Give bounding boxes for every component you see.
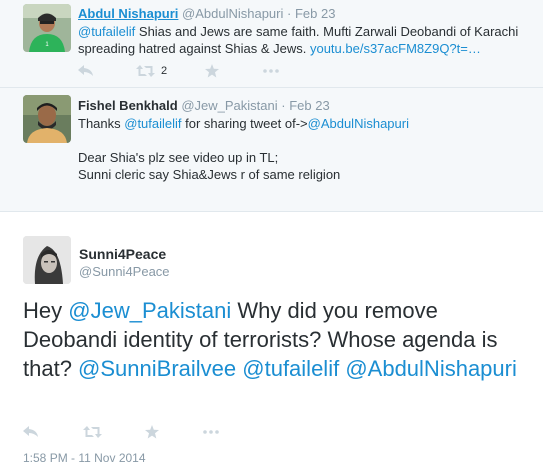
text-span: Thanks [78,116,125,131]
tweet-text-line: spreading hatred against Shias & Jews. y… [78,40,538,57]
more-dots-icon[interactable] [203,430,219,434]
avatar-fishel[interactable] [23,95,71,143]
tweet-text-line: @tufailelif Shias and Jews are same fait… [78,23,538,40]
mention-link[interactable]: @Jew_Pakistani [68,298,231,323]
mention-link[interactable]: @tufailelif [242,356,339,381]
user-name[interactable]: Abdul Nishapuri [78,6,178,21]
mention-link[interactable]: @tufailelif [124,116,181,131]
user-name[interactable]: Fishel Benkhald [78,98,178,113]
main-tweet: Sunni4Peace @Sunni4Peace Hey @Jew_Pakist… [0,213,543,475]
tweet-text-line: Sunni cleric say Shia&Jews r of same rel… [78,167,341,182]
reply-tweet-abdul: 1 Abdul Nishapuri @AbdulNishapuri · Feb … [0,0,543,88]
mention-link[interactable]: @SunniBrailvee [78,356,236,381]
star-icon[interactable] [145,425,159,439]
tweet-actions: 2 [78,64,279,78]
text-span: spreading hatred against Shias & Jews. [78,41,310,56]
tweet-header: Abdul Nishapuri @AbdulNishapuri · Feb 23 [78,6,335,22]
user-handle[interactable]: @Sunni4Peace [79,264,170,280]
user-handle[interactable]: @AbdulNishapuri [182,6,283,21]
separator-dot: · [287,6,292,21]
text-span: Hey [23,298,69,323]
avatar-sunni4peace[interactable] [23,236,71,284]
tweet-text-line: Thanks @tufailelif for sharing tweet of-… [78,115,538,132]
tweet-text: Thanks @tufailelif for sharing tweet of-… [78,115,538,183]
user-name[interactable]: Sunni4Peace [79,246,170,263]
user-handle[interactable]: @Jew_Pakistani [181,98,277,113]
reply-arrow-icon[interactable] [78,65,94,77]
mention-link[interactable]: @tufailelif [78,24,135,39]
tweet-timestamp[interactable]: 1:58 PM - 11 Nov 2014 [23,451,146,465]
mention-link[interactable]: @AbdulNishapuri [345,356,517,381]
star-icon[interactable] [205,64,220,78]
text-span: Shias and Jews are same faith. Mufti Zar… [135,24,519,39]
reply-arrow-icon[interactable] [23,426,39,438]
text-span: for sharing tweet of-> [181,116,308,131]
retweet-count: 2 [161,65,168,77]
main-tweet-text: Hey @Jew_Pakistani Why did you remove De… [23,296,538,383]
mention-link[interactable]: @AbdulNishapuri [308,116,409,131]
main-tweet-header: Sunni4Peace @Sunni4Peace [79,246,170,280]
reply-tweet-fishel: Fishel Benkhald @Jew_Pakistani · Feb 23 … [0,88,543,212]
more-dots-icon[interactable] [263,69,279,73]
retweet-icon[interactable] [136,65,155,77]
tweet-text: @tufailelif Shias and Jews are same fait… [78,23,538,57]
separator-dot: · [281,98,286,113]
avatar-abdul[interactable]: 1 [23,4,71,52]
tweet-date[interactable]: Feb 23 [295,6,335,21]
retweet-icon[interactable] [83,426,102,438]
tweet-date[interactable]: Feb 23 [289,98,329,113]
tweet-header: Fishel Benkhald @Jew_Pakistani · Feb 23 [78,98,330,114]
tweet-text-line: Dear Shia's plz see video up in TL; [78,150,279,165]
main-tweet-actions [23,425,219,439]
url-link[interactable]: youtu.be/s37acFM8Z9Q?t=… [310,41,481,56]
